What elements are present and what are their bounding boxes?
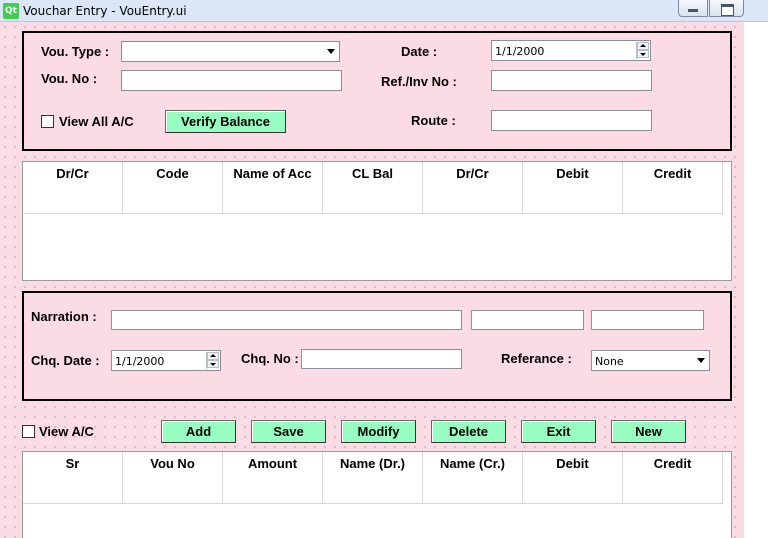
exit-button[interactable]: Exit <box>521 420 596 443</box>
column-header[interactable]: Debit <box>523 452 623 504</box>
chq-date-spinner <box>206 352 219 369</box>
route-label: Route : <box>411 113 456 128</box>
spin-down-icon[interactable] <box>207 360 219 368</box>
referance-label: Referance : <box>501 351 572 366</box>
minimize-button[interactable] <box>678 0 708 17</box>
column-header[interactable]: Dr/Cr <box>423 162 523 214</box>
vou-type-label: Vou. Type : <box>41 44 110 59</box>
column-header[interactable]: Credit <box>623 162 723 214</box>
account-entry-table-header: Dr/Cr Code Name of Acc CL Bal Dr/Cr Debi… <box>23 162 723 214</box>
account-entry-table[interactable]: Dr/Cr Code Name of Acc CL Bal Dr/Cr Debi… <box>22 161 732 281</box>
column-header[interactable]: Name of Acc <box>223 162 323 214</box>
window-edge <box>744 22 768 538</box>
ref-inv-no-field[interactable] <box>491 70 652 91</box>
date-spinner <box>636 42 649 59</box>
window-title: Vouchar Entry - VouEntry.ui <box>23 4 187 18</box>
chq-date-field[interactable]: 1/1/2000 <box>111 350 221 371</box>
spin-up-icon[interactable] <box>637 42 649 50</box>
new-button[interactable]: New <box>611 420 686 443</box>
date-label: Date : <box>401 44 438 59</box>
spin-down-icon[interactable] <box>637 50 649 58</box>
title-bar: Qt Vouchar Entry - VouEntry.ui <box>0 0 768 22</box>
vou-no-field[interactable] <box>121 70 342 91</box>
ref-inv-no-label: Ref./Inv No : <box>381 74 457 89</box>
column-header[interactable]: Debit <box>523 162 623 214</box>
column-header[interactable]: Sr <box>23 452 123 504</box>
view-ac-label: View A/C <box>39 424 94 439</box>
narration-extra-field-1[interactable] <box>471 310 584 330</box>
referance-value: None <box>595 355 624 368</box>
chq-date-value: 1/1/2000 <box>115 355 165 368</box>
save-button[interactable]: Save <box>251 420 326 443</box>
column-header[interactable]: Credit <box>623 452 723 504</box>
route-field[interactable] <box>491 110 652 131</box>
narration-extra-field-2[interactable] <box>591 310 704 330</box>
view-ac-checkbox[interactable] <box>22 425 35 438</box>
column-header[interactable]: CL Bal <box>323 162 423 214</box>
narration-panel <box>22 291 732 401</box>
narration-field[interactable] <box>111 310 462 330</box>
column-header[interactable]: Name (Dr.) <box>323 452 423 504</box>
maximize-button[interactable] <box>709 0 744 17</box>
delete-button[interactable]: Delete <box>431 420 506 443</box>
chq-no-label: Chq. No : <box>241 351 299 366</box>
column-header[interactable]: Dr/Cr <box>23 162 123 214</box>
column-header[interactable]: Vou No <box>123 452 223 504</box>
chevron-down-icon <box>697 358 705 363</box>
modify-button[interactable]: Modify <box>341 420 416 443</box>
view-all-ac-checkbox[interactable] <box>41 115 54 128</box>
date-field[interactable]: 1/1/2000 <box>491 40 651 61</box>
voucher-list-table-header: Sr Vou No Amount Name (Dr.) Name (Cr.) D… <box>23 452 723 504</box>
add-button[interactable]: Add <box>161 420 236 443</box>
chq-date-label: Chq. Date : <box>31 353 100 368</box>
narration-label: Narration : <box>31 309 97 324</box>
date-value: 1/1/2000 <box>495 45 545 58</box>
vou-no-label: Vou. No : <box>41 71 98 86</box>
column-header[interactable]: Name (Cr.) <box>423 452 523 504</box>
qt-logo-icon: Qt <box>3 3 19 19</box>
column-header[interactable]: Amount <box>223 452 323 504</box>
vou-type-select[interactable] <box>121 41 340 62</box>
spin-up-icon[interactable] <box>207 352 219 360</box>
column-header[interactable]: Code <box>123 162 223 214</box>
referance-select[interactable]: None <box>591 350 710 371</box>
verify-balance-button[interactable]: Verify Balance <box>165 110 286 133</box>
view-all-ac-label: View All A/C <box>59 114 134 129</box>
chq-no-field[interactable] <box>301 349 462 369</box>
voucher-list-table[interactable]: Sr Vou No Amount Name (Dr.) Name (Cr.) D… <box>22 451 732 538</box>
chevron-down-icon <box>327 49 335 54</box>
